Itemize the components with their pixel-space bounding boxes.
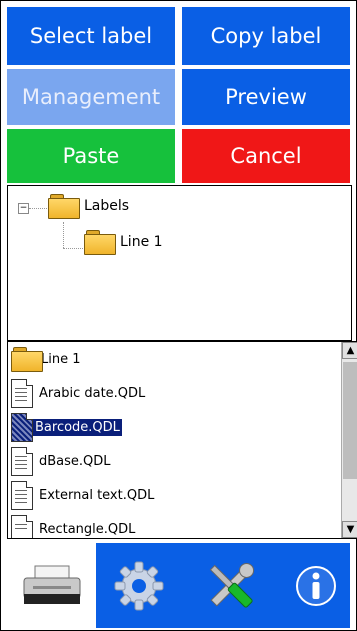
tree-item-label: Line 1: [120, 234, 163, 250]
list-item-label: Rectangle.QDL: [39, 521, 136, 537]
folder-icon: [48, 194, 80, 219]
management-button[interactable]: Management: [7, 69, 175, 125]
cancel-button[interactable]: Cancel: [182, 129, 350, 183]
scroll-thumb[interactable]: [343, 362, 357, 479]
list-item[interactable]: External text.QDL: [8, 478, 156, 512]
scroll-up-button[interactable]: ▲: [342, 342, 357, 359]
app-window: Select label Copy label Management Previ…: [0, 0, 357, 631]
list-item-label: Line 1: [41, 351, 81, 367]
collapse-toggle[interactable]: −: [18, 203, 29, 214]
document-icon: [11, 412, 33, 442]
list-item[interactable]: dBase.QDL: [8, 444, 113, 478]
list-item[interactable]: Rectangle.QDL: [8, 512, 137, 538]
document-icon: [11, 514, 33, 538]
scroll-down-button[interactable]: ▼: [342, 521, 357, 538]
file-list[interactable]: Line 1 Arabic date.QDL Barcode.QDL dBase…: [7, 341, 357, 539]
gear-icon: [114, 561, 163, 610]
tree-item-line-1[interactable]: Line 1: [84, 230, 163, 255]
tools-button[interactable]: [181, 543, 281, 628]
list-item-label: Arabic date.QDL: [39, 385, 146, 401]
printer-icon: [23, 565, 80, 604]
list-item-label: dBase.QDL: [39, 453, 111, 469]
vertical-scrollbar[interactable]: ▲ ▼: [341, 342, 357, 538]
print-button[interactable]: [7, 543, 96, 628]
list-item[interactable]: Arabic date.QDL: [8, 376, 147, 410]
select-label-button[interactable]: Select label: [7, 7, 175, 65]
list-item-selected[interactable]: Barcode.QDL: [8, 410, 122, 444]
document-icon: [11, 378, 33, 408]
settings-button[interactable]: [96, 543, 181, 628]
list-item-label: Barcode.QDL: [33, 418, 122, 436]
folder-icon: [11, 347, 43, 372]
tools-icon: [209, 562, 255, 608]
bottom-toolbar: [7, 543, 350, 628]
document-icon: [11, 446, 33, 476]
folder-icon: [84, 230, 116, 255]
tree-item-labels[interactable]: Labels: [48, 194, 130, 219]
paste-button[interactable]: Paste: [7, 129, 175, 183]
list-item[interactable]: Line 1: [8, 342, 83, 376]
tree-item-label: Labels: [84, 198, 130, 214]
document-icon: [11, 480, 33, 510]
info-button[interactable]: [281, 543, 350, 628]
folder-tree[interactable]: − Labels Line 1: [7, 185, 352, 341]
info-icon: [295, 565, 336, 606]
copy-label-button[interactable]: Copy label: [182, 7, 350, 65]
preview-button[interactable]: Preview: [182, 69, 350, 125]
list-item-label: External text.QDL: [39, 487, 155, 503]
